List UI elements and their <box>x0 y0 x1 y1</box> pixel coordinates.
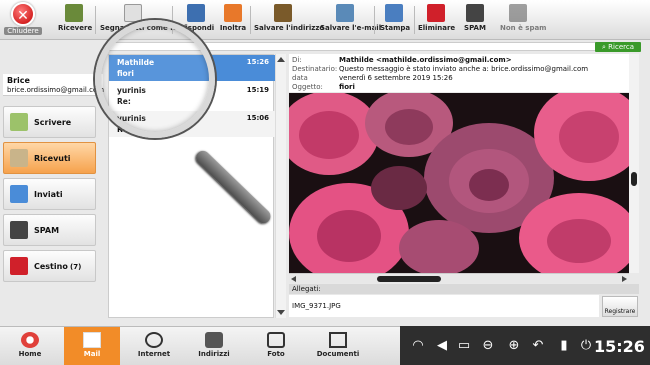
folder-trash[interactable]: Cestino (7) <box>3 250 96 282</box>
mail-icon <box>83 332 101 348</box>
attachments-label: Allegati: <box>289 284 639 294</box>
forward-icon <box>224 4 242 22</box>
app-internet[interactable]: Internet <box>126 327 182 365</box>
globe-icon <box>145 332 163 348</box>
zoom-in-icon[interactable]: ⊕ <box>506 338 522 354</box>
save-attachment-button[interactable]: Registrare <box>602 296 638 317</box>
forward-button[interactable]: Inoltra <box>218 4 248 36</box>
search-button[interactable]: ⌕ Ricerca <box>595 42 641 52</box>
toolbar: ✕ Chiudere Ricevere Segna tutti come let… <box>0 0 650 40</box>
zoom-out-icon[interactable]: ⊖ <box>480 338 496 354</box>
app-contacts[interactable]: Indirizzi <box>186 327 242 365</box>
not-spam-icon <box>509 4 527 22</box>
account-email: brice.ordissimo@gmail.com <box>7 86 105 94</box>
folder-spam[interactable]: SPAM <box>3 214 96 246</box>
not-spam-button[interactable]: Non è spam <box>500 4 546 36</box>
inbox-icon <box>10 149 28 167</box>
volume-icon[interactable]: ◀ <box>434 338 450 354</box>
camera-icon <box>267 332 285 348</box>
magnifier-icon <box>95 20 215 138</box>
power-icon[interactable]: ⏻ <box>578 338 594 354</box>
account-name: Brice <box>7 76 30 85</box>
mark-read-icon <box>124 4 142 22</box>
sent-icon <box>10 185 28 203</box>
save-address-button[interactable]: Salvare l'indirizzo <box>254 4 324 36</box>
subject: fiori <box>339 83 355 91</box>
close-icon: ✕ <box>11 2 35 26</box>
app-photos[interactable]: Foto <box>248 327 304 365</box>
folder-sent[interactable]: Inviati <box>3 178 96 210</box>
save-email-icon <box>336 4 354 22</box>
date: venerdì 6 settembre 2019 15:26 <box>339 74 453 82</box>
app-mail[interactable]: Mail <box>64 327 120 365</box>
spam-button[interactable]: SPAM <box>462 4 488 36</box>
close-label: Chiudere <box>4 27 42 35</box>
attachment-file[interactable]: IMG_9371.JPG <box>289 295 599 317</box>
save-address-icon <box>274 4 292 22</box>
compose-icon <box>10 113 28 131</box>
trash-icon <box>10 257 28 275</box>
account-box: Brice brice.ordissimo@gmail.com <box>3 74 105 96</box>
wifi-icon[interactable]: ◠ <box>410 338 426 354</box>
folder-compose[interactable]: Scrivere <box>3 106 96 138</box>
delete-button[interactable]: Eliminare <box>418 4 455 36</box>
receive-icon <box>65 4 83 22</box>
home-icon <box>21 332 39 348</box>
print-button[interactable]: Stampa <box>380 4 410 36</box>
close-button[interactable]: ✕ Chiudere <box>4 2 42 38</box>
contacts-icon <box>205 332 223 348</box>
trash-bin-icon[interactable]: ▮ <box>556 338 572 354</box>
spam-icon <box>466 4 484 22</box>
delete-icon <box>427 4 445 22</box>
clock: 15:26 <box>594 337 645 356</box>
folder-inbox[interactable]: Ricevuti <box>3 142 96 174</box>
save-email-button[interactable]: Salvare l'e-mail <box>320 4 381 36</box>
document-icon <box>329 332 347 348</box>
message-list-scrollbar[interactable] <box>275 54 286 318</box>
recipient: Questo messaggio è stato inviato anche a… <box>339 65 589 73</box>
app-documents[interactable]: Documenti <box>310 327 366 365</box>
reply-icon <box>187 4 205 22</box>
app-home[interactable]: Home <box>2 327 58 365</box>
receive-button[interactable]: Ricevere <box>58 4 92 36</box>
sender: Mathilde <mathilde.ordissimo@gmail.com> <box>339 56 512 64</box>
undo-icon[interactable]: ↶ <box>530 338 546 354</box>
message-header: Di: Mathilde <mathilde.ordissimo@gmail.c… <box>289 54 639 92</box>
image-horizontal-scrollbar[interactable] <box>289 273 629 283</box>
trash-count: (7) <box>70 263 82 271</box>
attached-image <box>289 93 629 273</box>
spam-folder-icon <box>10 221 28 239</box>
battery-icon[interactable]: ▭ <box>456 338 472 354</box>
image-vertical-scrollbar[interactable] <box>629 54 639 273</box>
print-icon <box>385 4 403 22</box>
